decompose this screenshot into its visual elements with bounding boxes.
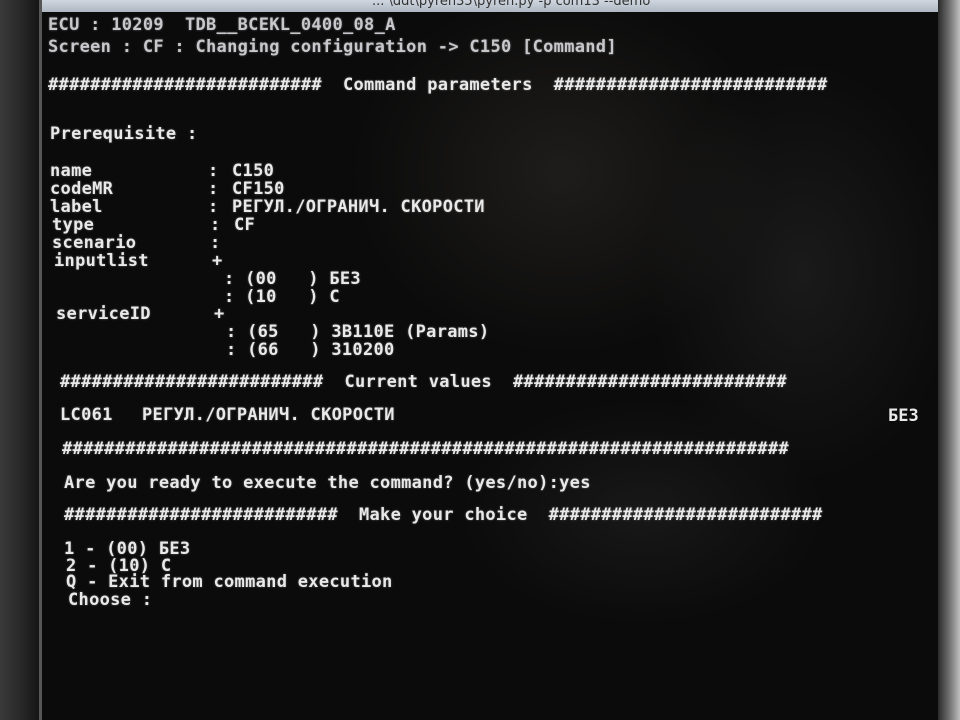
field-name-sep: : <box>208 161 219 181</box>
section-make-choice: ########################## Make your cho… <box>64 505 823 525</box>
console-window[interactable]: ECU : 10209 TDB__BCEKL_0400_08_A Screen … <box>42 12 938 720</box>
field-scenario-sep: : <box>210 233 221 253</box>
inputlist-item: : (00 ) БЕЗ <box>224 269 361 289</box>
field-scenario-key: scenario <box>52 233 137 253</box>
field-codemr-sep: : <box>208 179 219 199</box>
ecu-line: ECU : 10209 TDB__BCEKL_0400_08_A <box>48 15 396 35</box>
section-current-values: ######################### Current values… <box>60 372 787 392</box>
choice-item[interactable]: Q - Exit from command execution <box>66 573 393 591</box>
field-label-sep: : <box>208 197 219 217</box>
field-codemr-key: codeMR <box>50 179 114 199</box>
serviceid-item: : (65 ) 3B110E (Params) <box>226 322 490 342</box>
field-type-key: type <box>52 215 95 235</box>
current-value: БЕЗ <box>888 406 919 426</box>
field-serviceid-key: serviceID <box>56 304 151 324</box>
inputlist-item: : (10 ) C <box>224 287 340 307</box>
field-type-value: CF <box>234 215 256 235</box>
field-name-key: name <box>50 161 93 181</box>
execute-prompt: Are you ready to execute the command? (y… <box>64 473 591 493</box>
monitor-bezel-right <box>938 0 960 720</box>
section-command-parameters: ########################## Command param… <box>48 75 828 95</box>
choose-prompt[interactable]: Choose : <box>68 591 152 609</box>
field-serviceid-sep: + <box>214 304 225 324</box>
field-label-key: label <box>50 197 103 217</box>
section-divider: ########################################… <box>62 439 789 459</box>
screen-line: Screen : CF : Changing configuration -> … <box>48 37 617 57</box>
window-title: ... \ddt\pyren35\pyren.py -p com13 --dem… <box>372 0 651 9</box>
field-name-value: C150 <box>232 161 275 181</box>
field-inputlist-key: inputlist <box>54 251 149 271</box>
monitor-bezel-left <box>0 0 42 720</box>
field-type-sep: : <box>210 215 221 235</box>
current-code: LC061 <box>60 405 113 425</box>
prerequisite-label: Prerequisite : <box>50 124 198 144</box>
field-inputlist-sep: + <box>212 251 223 271</box>
field-codemr-value: CF150 <box>232 179 285 199</box>
field-label-value: РЕГУЛ./ОГРАНИЧ. СКОРОСТИ <box>232 197 485 217</box>
window-titlebar[interactable]: ... \ddt\pyren35\pyren.py -p com13 --dem… <box>42 0 938 12</box>
current-label: РЕГУЛ./ОГРАНИЧ. СКОРОСТИ <box>142 405 395 425</box>
serviceid-item: : (66 ) 310200 <box>226 340 395 360</box>
